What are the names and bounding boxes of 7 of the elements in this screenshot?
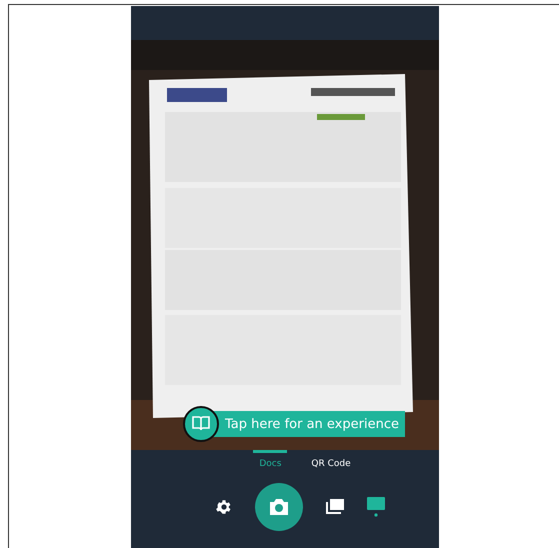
settings-icon[interactable] [215, 498, 233, 516]
gallery-icon[interactable] [325, 498, 345, 516]
camera-icon [268, 497, 290, 517]
tab[interactable]: QR Code [305, 450, 357, 469]
screen-icon[interactable] [367, 497, 385, 517]
camera-button[interactable] [255, 483, 303, 531]
tab[interactable]: Docs [253, 450, 288, 469]
